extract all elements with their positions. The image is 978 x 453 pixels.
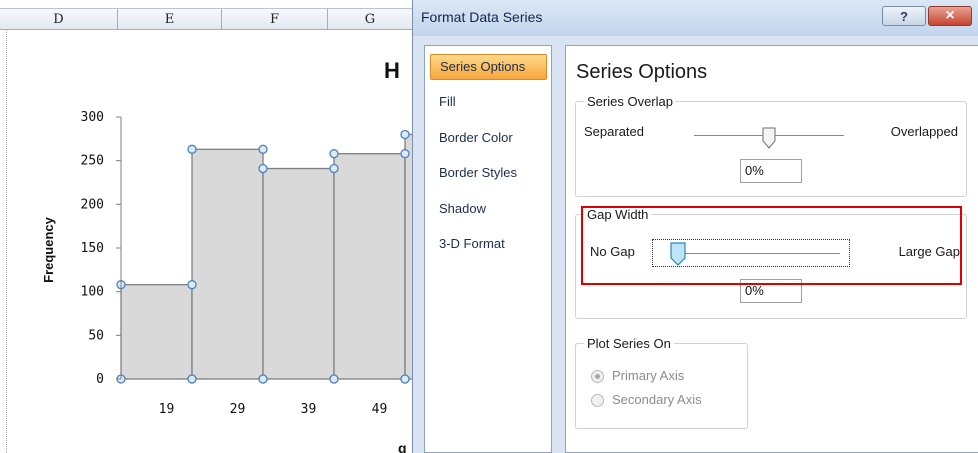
secondary-axis-label: Secondary Axis — [612, 392, 702, 407]
histogram-chart[interactable]: 0 50 100 150 200 250 300 19 29 39 49 Frequency — [0, 30, 412, 453]
x-axis-title: g — [398, 440, 407, 453]
y-tick-label: 300 — [81, 110, 104, 125]
close-button[interactable]: × — [928, 6, 972, 26]
series-overlap-thumb[interactable] — [762, 127, 776, 149]
dialog-title: Format Data Series — [421, 9, 543, 25]
column-headers: D E F G — [0, 8, 412, 30]
column-header-d[interactable]: D — [0, 9, 118, 29]
histogram-bar[interactable] — [191, 148, 264, 380]
selection-handle[interactable] — [187, 144, 197, 154]
primary-axis-label: Primary Axis — [612, 368, 685, 383]
y-tick-label: 150 — [81, 241, 104, 256]
overlapped-label: Overlapped — [890, 124, 958, 139]
histogram-bar[interactable] — [120, 284, 193, 380]
y-axis-title: Frequency — [41, 216, 56, 283]
y-tick-label: 100 — [81, 285, 104, 300]
series-overlap-group: Series Overlap Separated Overlapped 0% — [575, 94, 967, 197]
selection-handle[interactable] — [187, 280, 197, 290]
column-header-f[interactable]: F — [222, 9, 328, 29]
y-axis: 0 50 100 150 200 250 300 — [81, 110, 122, 387]
histogram-bar[interactable] — [404, 133, 412, 380]
worksheet-area: D E F G 0 50 100 150 200 250 300 19 29 39 49 Freq… — [0, 0, 412, 453]
series-overlap-label: Series Overlap — [584, 94, 676, 109]
category-list: Series Options Fill Border Color Border … — [424, 45, 552, 453]
selection-handle[interactable] — [187, 374, 197, 384]
separated-label: Separated — [584, 124, 644, 139]
format-data-series-dialog: Format Data Series ? × Series Options Fi… — [412, 0, 978, 453]
nav-border-color[interactable]: Border Color — [430, 125, 547, 151]
y-tick-label: 50 — [88, 328, 104, 343]
y-tick-label: 0 — [96, 372, 104, 387]
histogram-bar[interactable] — [333, 153, 406, 380]
close-icon: × — [945, 7, 955, 24]
series-overlap-value[interactable]: 0% — [740, 159, 802, 183]
selection-handle[interactable] — [329, 149, 339, 159]
nav-series-options[interactable]: Series Options — [430, 54, 547, 80]
nav-border-styles[interactable]: Border Styles — [430, 160, 547, 186]
y-tick-label: 250 — [81, 154, 104, 169]
options-panel: Series Options Series Overlap Separated … — [565, 45, 978, 453]
chart-title: H — [384, 58, 400, 83]
nav-3d-format[interactable]: 3-D Format — [430, 231, 547, 257]
x-tick-label: 29 — [230, 402, 246, 417]
column-header-e[interactable]: E — [118, 9, 222, 29]
nav-fill[interactable]: Fill — [430, 89, 547, 115]
x-tick-label: 19 — [159, 402, 175, 417]
selection-handle[interactable] — [329, 163, 339, 174]
secondary-axis-radio[interactable] — [591, 394, 604, 407]
selection-handle[interactable] — [400, 374, 410, 384]
y-tick-label: 200 — [81, 197, 104, 212]
histogram-bar[interactable] — [262, 167, 335, 380]
selection-handle[interactable] — [258, 374, 268, 384]
help-icon: ? — [900, 8, 908, 24]
selection-handle[interactable] — [400, 129, 410, 140]
plot-series-on-group: Plot Series On Primary Axis Secondary Ax… — [575, 336, 748, 429]
nav-shadow[interactable]: Shadow — [430, 196, 547, 222]
primary-axis-radio[interactable] — [591, 370, 604, 383]
panel-title: Series Options — [576, 61, 708, 83]
column-header-g[interactable]: G — [328, 9, 412, 29]
help-button[interactable]: ? — [882, 6, 926, 26]
selection-handle[interactable] — [258, 144, 268, 154]
selection-handle[interactable] — [258, 163, 268, 174]
dialog-titlebar[interactable]: Format Data Series ? × — [413, 0, 978, 36]
highlight-box — [581, 206, 962, 285]
plot-area — [116, 129, 412, 384]
x-axis: 19 29 39 49 — [159, 402, 388, 417]
x-tick-label: 39 — [301, 402, 317, 417]
x-tick-label: 49 — [372, 402, 388, 417]
selection-handle[interactable] — [400, 149, 410, 159]
selection-handle[interactable] — [329, 374, 339, 384]
plot-series-on-label: Plot Series On — [584, 336, 674, 351]
